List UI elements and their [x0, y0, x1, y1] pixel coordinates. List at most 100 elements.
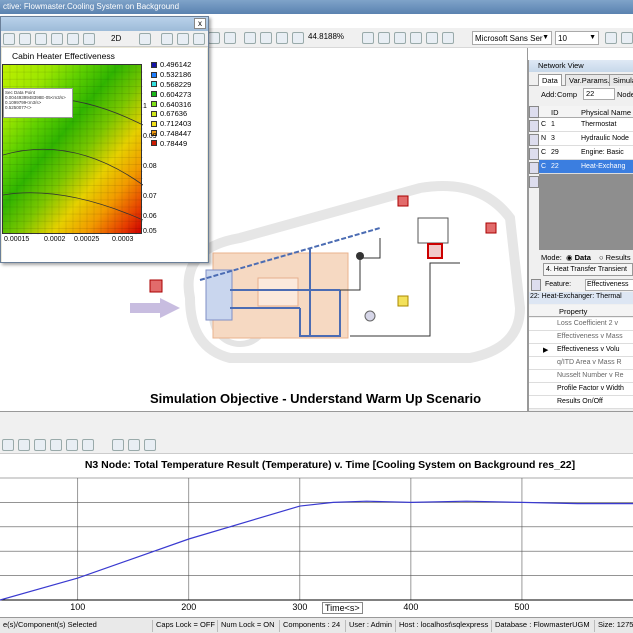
- delete-icon[interactable]: [144, 439, 156, 451]
- legend-swatch: [151, 91, 157, 98]
- table-row[interactable]: C 1 Thermostat: [539, 118, 633, 132]
- paste-icon[interactable]: [260, 32, 272, 44]
- zoom-window-icon[interactable]: [410, 32, 422, 44]
- property-row[interactable]: Effectiveness v Mass: [529, 331, 633, 344]
- cut-icon[interactable]: [244, 32, 256, 44]
- add-type[interactable]: Comp: [557, 90, 577, 99]
- heatmap-legend: 0.496142 0.532186 0.568229 0.604273 0.640316…: [151, 60, 191, 148]
- delete-icon[interactable]: [529, 134, 539, 146]
- legend-label: 0.748447: [160, 128, 192, 138]
- export-icon[interactable]: [82, 439, 94, 451]
- pencil-icon[interactable]: [531, 279, 541, 291]
- status-host: Host : localhost\sqlexpress: [395, 620, 491, 632]
- font-size-select[interactable]: 10 ▼: [555, 31, 599, 45]
- y-tick-label: 0.08: [143, 163, 157, 170]
- save-icon[interactable]: [19, 33, 31, 45]
- property-row[interactable]: q/ITD Area v Mass R: [529, 357, 633, 370]
- add-node[interactable]: Node: [617, 90, 633, 99]
- network-view-panel: Network View Data Var.Params. Simulatio …: [528, 60, 633, 411]
- property-row[interactable]: Nusselt Number v Re: [529, 370, 633, 383]
- refresh-icon[interactable]: [529, 148, 539, 160]
- tab-data[interactable]: Data: [538, 74, 562, 86]
- y-tick-label: 0.07: [143, 193, 157, 200]
- component-icon[interactable]: [529, 106, 539, 118]
- table-row-selected[interactable]: C 22 Heat-Exchang: [539, 160, 633, 174]
- legend-swatch: [151, 71, 157, 78]
- save-icon[interactable]: [18, 439, 30, 451]
- tab-var-params[interactable]: Var.Params.: [565, 74, 614, 86]
- heatmap-plot: Cabin Heater Effectiveness Sec Data Poin…: [2, 48, 207, 262]
- node-icon[interactable]: [529, 120, 539, 132]
- floating-plot-toolbar: 2D: [1, 31, 208, 47]
- zoom-in-icon[interactable]: [362, 32, 374, 44]
- y-tick-label: 1: [143, 103, 147, 110]
- x-tick-label: 400: [403, 602, 418, 612]
- heatmap-title: Cabin Heater Effectiveness: [12, 51, 115, 61]
- legend-entry: 0.496142: [151, 60, 191, 70]
- legend-entry: 0.604273: [151, 89, 191, 99]
- cursor-icon[interactable]: [128, 439, 140, 451]
- zoom-level[interactable]: 44.8188%: [308, 32, 344, 41]
- legend-entry: 0.640316: [151, 99, 191, 109]
- legend-swatch: [151, 101, 157, 108]
- print-preview-icon[interactable]: [67, 33, 79, 45]
- close-button[interactable]: x: [194, 18, 206, 29]
- table-empty-area: [539, 174, 633, 250]
- zoom-icon[interactable]: [112, 439, 124, 451]
- text-tool-icon[interactable]: [208, 32, 220, 44]
- heat-transfer-button[interactable]: 4. Heat Transfer Transient: [543, 263, 633, 276]
- print-icon[interactable]: [51, 33, 63, 45]
- help-icon[interactable]: [35, 33, 47, 45]
- zoom-out-icon[interactable]: [378, 32, 390, 44]
- chevron-down-icon: ▼: [542, 34, 549, 41]
- x-tick-label: 0.0002: [44, 236, 66, 243]
- grid-icon[interactable]: [2, 439, 14, 451]
- temperature-chart[interactable]: N3 Node: Total Temperature Result (Tempe…: [0, 454, 633, 616]
- frame-icon[interactable]: [292, 32, 304, 44]
- format-icon[interactable]: [605, 32, 617, 44]
- grid-icon[interactable]: [3, 33, 15, 45]
- pan-hand-icon[interactable]: [442, 32, 454, 44]
- filter-icon[interactable]: [529, 176, 539, 188]
- mode-data-radio[interactable]: ◉ Data: [566, 253, 591, 262]
- rotate-icon[interactable]: [139, 33, 151, 45]
- property-row-active[interactable]: ▶ Effectiveness v Volu: [529, 344, 633, 357]
- font-family-select[interactable]: Microsoft Sans Ser ▼: [472, 31, 552, 45]
- delete-icon[interactable]: [193, 33, 205, 45]
- print-icon[interactable]: [50, 439, 62, 451]
- property-row[interactable]: Loss Coefficient 2 v: [529, 318, 633, 331]
- export-icon[interactable]: [83, 33, 95, 45]
- status-caps-lock: Caps Lock = OFF: [152, 620, 217, 632]
- floating-window-title-bar[interactable]: x: [1, 17, 208, 31]
- align-icon[interactable]: [621, 32, 633, 44]
- property-row[interactable]: Results On/Off: [529, 396, 633, 409]
- panel-splitter[interactable]: [0, 411, 633, 436]
- scissors-icon[interactable]: [224, 32, 236, 44]
- property-row[interactable]: Profile Factor v Width: [529, 383, 633, 396]
- print-preview-icon[interactable]: [66, 439, 78, 451]
- legend-label: 0.496142: [160, 60, 192, 70]
- temperature-chart-svg: N3 Node: Total Temperature Result (Tempe…: [0, 459, 633, 612]
- x-tick-label: 0.00025: [74, 236, 100, 243]
- heatmap-surface[interactable]: Sec Data Point 0.0044939948398E-05<m3/s>…: [2, 64, 143, 235]
- table-row[interactable]: N 3 Hydraulic Node: [539, 132, 633, 146]
- table-row[interactable]: C 29 Engine: Basic: [539, 146, 633, 160]
- zoom-fit-icon[interactable]: [394, 32, 406, 44]
- copy-icon[interactable]: [276, 32, 288, 44]
- edit-icon[interactable]: [529, 162, 539, 174]
- tab-simulation[interactable]: Simulatio: [609, 74, 633, 86]
- floating-plot-window[interactable]: x 2D Cabin Heater Effectiveness Sec Data…: [0, 16, 209, 263]
- legend-swatch: [151, 81, 157, 88]
- help-icon[interactable]: [34, 439, 46, 451]
- view-2d-button[interactable]: 2D: [111, 34, 121, 43]
- add-row: Add: Comp 22 Node: [529, 86, 633, 102]
- mode-results-radio[interactable]: ○ Results: [599, 253, 631, 262]
- legend-entry: 0.568229: [151, 80, 191, 90]
- cursor-icon[interactable]: [177, 33, 189, 45]
- zoom-icon[interactable]: [161, 33, 173, 45]
- window-title-bar: ctive: Flowmaster.Cooling System on Back…: [0, 0, 633, 14]
- zoom-select-icon[interactable]: [426, 32, 438, 44]
- add-count-select[interactable]: 22: [583, 88, 615, 100]
- network-view-tabs: Data Var.Params. Simulatio: [529, 72, 633, 86]
- feature-select[interactable]: Effectiveness: [585, 279, 633, 291]
